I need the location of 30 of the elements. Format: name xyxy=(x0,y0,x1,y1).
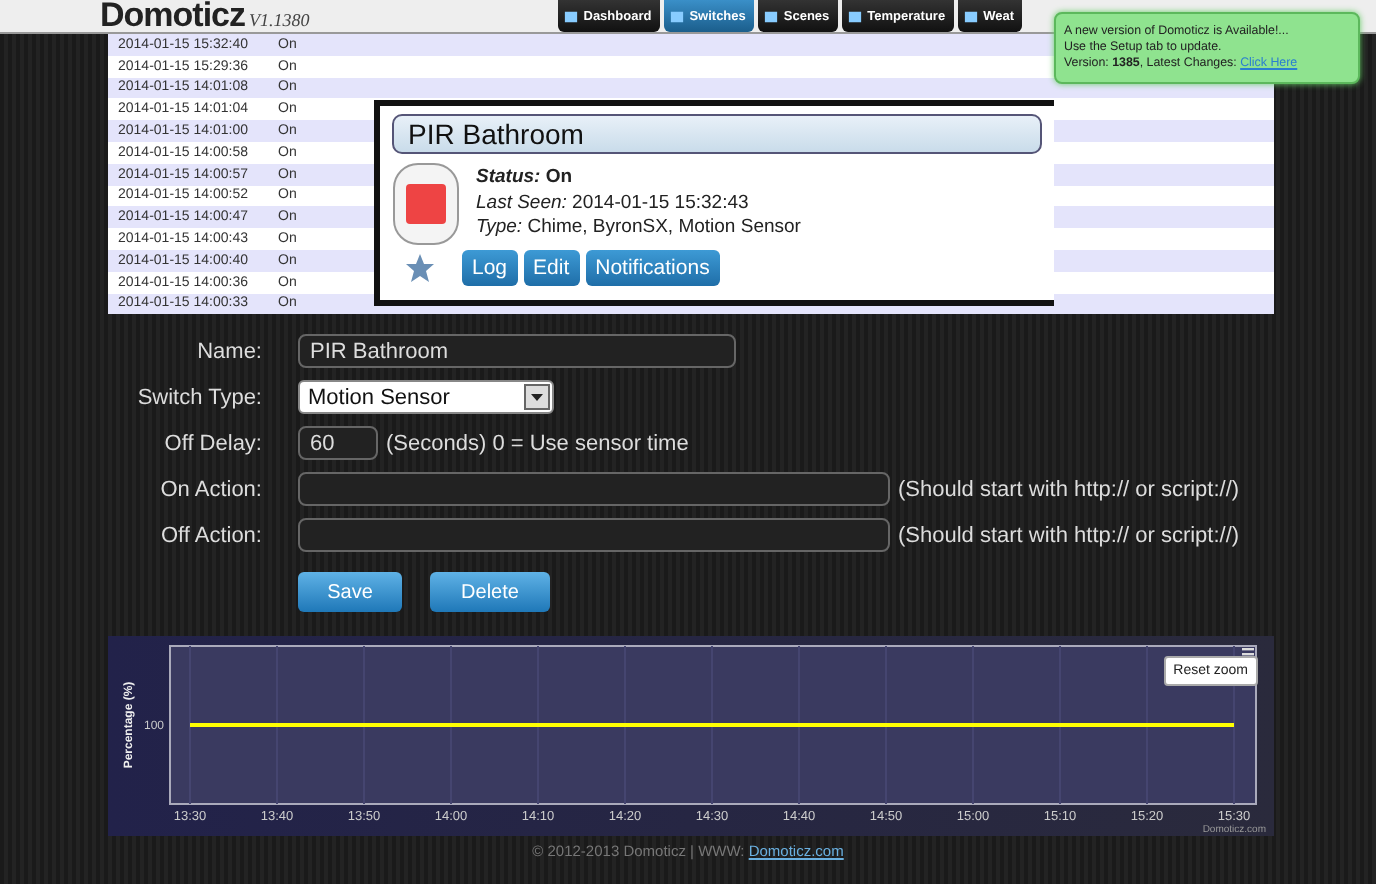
field-label: Off Delay: xyxy=(162,431,262,456)
off-delay-field[interactable]: 60 xyxy=(298,426,378,461)
version-label: V1.1380 xyxy=(249,8,310,32)
card-button[interactable]: Notifications xyxy=(585,250,720,286)
status-text: Status: On xyxy=(476,166,575,191)
field-label: Off Action: xyxy=(158,523,262,548)
field-hint: (Should start with http:// or script://) xyxy=(898,477,1240,502)
sensor-icon xyxy=(392,162,460,246)
action-field[interactable] xyxy=(298,518,890,553)
tab-icon xyxy=(847,9,862,23)
action-field[interactable] xyxy=(298,472,890,507)
field-hint: (Should start with http:// or script://) xyxy=(898,523,1240,548)
field-hint: (Seconds) 0 = Use sensor time xyxy=(386,431,689,456)
type-text: Type: Chime, ByronSX, Motion Sensor xyxy=(476,216,801,241)
card-button[interactable]: Log xyxy=(462,250,518,286)
card-button[interactable]: Edit xyxy=(523,250,580,286)
star-icon[interactable] xyxy=(404,252,436,284)
field-label: Name: xyxy=(195,339,262,364)
switch-type-dropdown[interactable]: Motion Sensor xyxy=(298,380,554,415)
tab-icon xyxy=(963,9,978,23)
device-title: PIR Bathroom xyxy=(392,114,1042,154)
tab-icon xyxy=(563,9,578,23)
name-field[interactable]: PIR Bathroom xyxy=(298,334,736,369)
logo: Domoticz xyxy=(100,0,245,32)
field-label: Switch Type: xyxy=(135,385,262,410)
last-seen-text: Last Seen: 2014-01-15 15:32:43 xyxy=(476,191,751,216)
caret-icon xyxy=(524,384,550,411)
tab-icon xyxy=(763,9,778,23)
field-label: On Action: xyxy=(158,477,262,502)
tab-icon xyxy=(669,9,684,23)
